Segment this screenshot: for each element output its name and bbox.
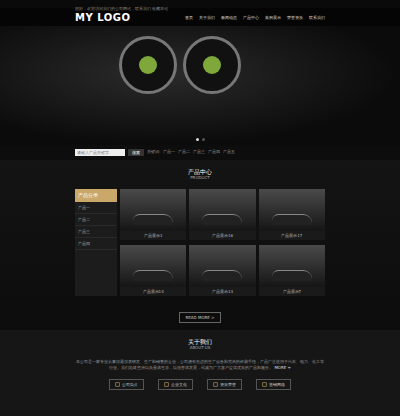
square-icon — [115, 382, 120, 387]
product-card[interactable]: 产品展示14 — [120, 245, 186, 296]
category-sidebar: 产品分类产品一产品二产品三产品四 — [75, 189, 117, 296]
search-button[interactable]: 搜索 — [128, 149, 144, 156]
nav-item[interactable]: 产品中心 — [243, 15, 259, 20]
about-more-link[interactable]: MORE + — [274, 365, 291, 370]
page: 您好，欢迎访问我们的公司网站，联系我们 收藏本站MY LOGO 首页 关于我们 新闻动… — [0, 0, 400, 416]
section-title: 产品中心PRODUCT — [75, 168, 325, 181]
product-card[interactable]: 产品展示7 — [259, 245, 325, 296]
section-title: 关于我们ABOUT US — [75, 338, 325, 351]
product-caption: 产品展示1 — [120, 231, 186, 240]
product-image — [189, 189, 255, 231]
slider-dot[interactable] — [202, 138, 205, 141]
logo[interactable]: MY LOGO — [75, 12, 130, 23]
gauge-icon — [183, 36, 241, 94]
hot-word[interactable]: 产品一 — [163, 150, 175, 155]
product-card[interactable]: 产品展示16 — [189, 189, 255, 240]
header: MY LOGO 首页 关于我们 新闻动态 产品中心 案例展示 荣誉资质 联系我们 — [0, 8, 400, 26]
product-image — [189, 245, 255, 287]
product-caption: 产品展示13 — [189, 287, 255, 296]
square-icon — [262, 382, 267, 387]
hot-label: 关键词: — [147, 150, 160, 155]
square-icon — [213, 382, 218, 387]
category-item[interactable]: 产品一 — [75, 202, 117, 214]
nav-item[interactable]: 案例展示 — [265, 15, 281, 20]
search-input[interactable] — [75, 149, 125, 156]
welcome-text: 您好，欢迎访问我们的公司网站，联系我们 收藏本站 — [75, 6, 168, 11]
nav-item[interactable]: 新闻动态 — [221, 15, 237, 20]
read-more-button[interactable]: READ MORE > — [179, 312, 222, 323]
about-button[interactable]: 公司简介 — [109, 379, 144, 390]
square-icon — [164, 382, 169, 387]
about-text: 本公司是一家专业从事仪器仪表研发、生产和销售的企业，公司拥有先进的生产设备和完善… — [75, 359, 325, 371]
top-bar: 您好，欢迎访问我们的公司网站，联系我们 收藏本站 — [0, 0, 400, 8]
category-title: 产品分类 — [75, 189, 117, 202]
about-section: 关于我们ABOUT US 本公司是一家专业从事仪器仪表研发、生产和销售的企业，公司… — [0, 330, 400, 416]
slider-dot[interactable] — [196, 138, 199, 141]
product-card[interactable]: 产品展示17 — [259, 189, 325, 240]
gauge-icon — [119, 36, 177, 94]
product-card[interactable]: 产品展示13 — [189, 245, 255, 296]
hot-word[interactable]: 产品三 — [193, 150, 205, 155]
product-image — [259, 245, 325, 287]
about-button[interactable]: 企业文化 — [158, 379, 193, 390]
slider-dots — [196, 138, 205, 141]
products-section: 产品中心PRODUCT产品分类产品一产品二产品三产品四产品展示1产品展示16产品… — [0, 160, 400, 330]
nav-item[interactable]: 联系我们 — [309, 15, 325, 20]
nav-item[interactable]: 关于我们 — [199, 15, 215, 20]
category-item[interactable]: 产品四 — [75, 238, 117, 250]
category-item[interactable]: 产品三 — [75, 226, 117, 238]
product-caption: 产品展示17 — [259, 231, 325, 240]
product-image — [120, 245, 186, 287]
nav-item[interactable]: 首页 — [185, 15, 193, 20]
hot-word[interactable]: 产品四 — [208, 150, 220, 155]
nav: 首页 关于我们 新闻动态 产品中心 案例展示 荣誉资质 联系我们 — [185, 15, 325, 20]
banner-image — [0, 26, 400, 145]
product-image — [120, 189, 186, 231]
product-image — [259, 189, 325, 231]
product-caption: 产品展示14 — [120, 287, 186, 296]
product-caption: 产品展示7 — [259, 287, 325, 296]
hot-word[interactable]: 产品五 — [223, 150, 235, 155]
about-button[interactable]: 营销网络 — [256, 379, 291, 390]
product-grid: 产品展示1产品展示16 产品展示17 产品展示14产品展示13 产品展示7 — [120, 189, 325, 296]
category-item[interactable]: 产品二 — [75, 214, 117, 226]
about-button[interactable]: 资质荣誉 — [207, 379, 242, 390]
search-bar: 搜索关键词:产品一产品二产品三产品四产品五 — [0, 145, 400, 160]
nav-item[interactable]: 荣誉资质 — [287, 15, 303, 20]
product-card[interactable]: 产品展示1 — [120, 189, 186, 240]
product-caption: 产品展示16 — [189, 231, 255, 240]
hot-word[interactable]: 产品二 — [178, 150, 190, 155]
